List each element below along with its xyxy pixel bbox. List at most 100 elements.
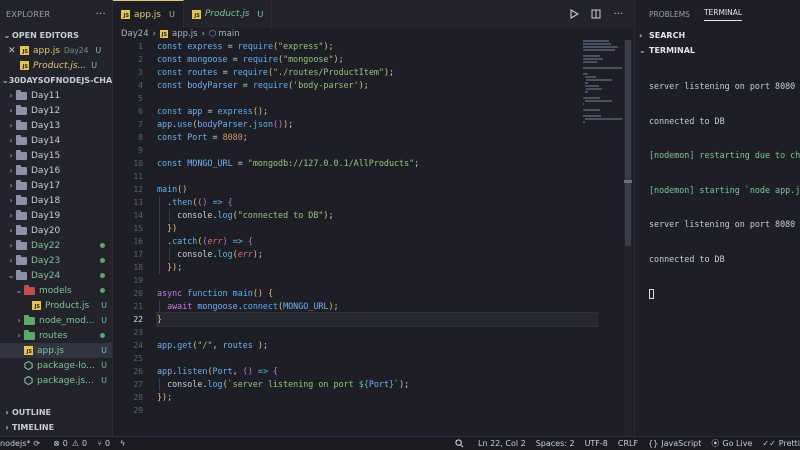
code-line[interactable]: app.listen(Port, () => { [157,365,597,378]
code-line[interactable] [157,352,597,365]
code-line[interactable] [157,144,597,157]
code-line[interactable] [157,404,597,417]
code-line[interactable]: const routes = require("./routes/Product… [157,66,597,79]
outline-section[interactable]: › OUTLINE [0,405,112,420]
terminal-line: server listening on port 8080 [649,219,796,229]
tree-item-day18[interactable]: › Day18 [0,193,112,208]
tree-item-day13[interactable]: › Day13 [0,118,112,133]
modified-dot [100,273,105,278]
code-line[interactable]: console.log(err); [157,248,597,261]
tree-item-day16[interactable]: › Day16 [0,163,112,178]
code-line[interactable]: }); [157,261,597,274]
minimap-line [583,46,619,48]
tree-item-day22[interactable]: › Day22 [0,238,112,253]
ports-indicator[interactable]: ⑂ 0 [97,439,110,448]
code-line[interactable]: main() [157,183,597,196]
tree-item-day15[interactable]: › Day15 [0,148,112,163]
breadcrumb-file[interactable]: app.js [172,29,198,39]
code-line[interactable]: const Port = 8080; [157,131,597,144]
tab-app-js[interactable]: JS app.js U [113,0,184,28]
tab-terminal[interactable]: TERMINAL [703,8,743,21]
code-line[interactable]: const MONGO_URL = "mongodb://127.0.0.1/A… [157,157,597,170]
open-editor-app-js[interactable]: ✕ JS app.js Day24 U [0,43,112,58]
tree-item-node-modules[interactable]: › node_mod... U [0,313,112,328]
cursor-position[interactable]: Ln 22, Col 2 [478,439,526,448]
code-line[interactable]: .catch((err) => { [157,235,597,248]
code-line[interactable] [157,326,597,339]
timeline-section[interactable]: › TIMELINE [0,420,112,435]
search-status-button[interactable] [455,439,464,448]
close-icon[interactable]: ✕ [8,46,20,56]
line-ending[interactable]: CRLF [618,439,638,448]
project-section[interactable]: ⌄ 30DAYSOFNODEJS-CHALLE... [0,73,112,88]
tree-item-day23[interactable]: › Day23 [0,253,112,268]
tree-item-day24[interactable]: ⌄ Day24 [0,268,112,283]
tab-product-js[interactable]: JS Product.js U [184,0,273,28]
tree-item-routes[interactable]: › routes [0,328,112,343]
tab-problems[interactable]: PROBLEMS [649,10,690,19]
chevron-right-icon: › [9,196,13,205]
line-number: 11 [133,172,143,181]
untracked-badge: U [101,376,107,385]
code-line[interactable]: await mongoose.connect(MONGO_URL); [157,300,597,313]
code-line[interactable]: console.log(`server listening on port ${… [157,378,597,391]
branch-indicator[interactable]: nodejs* ⟳ [0,439,43,448]
code-line[interactable]: } [156,312,598,327]
tree-item-day17[interactable]: › Day17 [0,178,112,193]
minimap[interactable] [583,40,623,123]
terminal-section[interactable]: ⌄ TERMINAL [635,43,800,58]
breadcrumb-folder[interactable]: Day24 [121,29,149,39]
code-line[interactable]: console.log("connected to DB"); [157,209,597,222]
code-line[interactable]: const app = express(); [157,105,597,118]
tree-item-app-js[interactable]: JS app.js U [0,343,112,358]
code-line[interactable]: .then(() => { [157,196,597,209]
line-number: 21 [133,302,143,311]
code-line[interactable]: const mongoose = require("mongoose"); [157,53,597,66]
prettier-status[interactable]: ✓✓ Pretti [762,439,800,448]
code-line[interactable]: const express = require("express"); [157,40,597,53]
go-live-button[interactable]: ⦿ Go Live [711,438,752,449]
vertical-scrollbar-thumb[interactable] [625,40,631,246]
language-mode[interactable]: {} JavaScript [648,439,701,448]
problems-indicator[interactable]: ⊗ 0 ⚠ 0 [53,439,87,448]
code-area[interactable]: const express = require("express"); const… [156,40,598,417]
tree-item-day12[interactable]: › Day12 [0,103,112,118]
tree-item-day11[interactable]: › Day11 [0,88,112,103]
tree-item-day14[interactable]: › Day14 [0,133,112,148]
line-number: 10 [133,159,143,168]
open-editors-section[interactable]: ⌄ OPEN EDITORS [0,28,112,43]
code-line[interactable]: app.get("/", routes ); [157,339,597,352]
more-actions-icon[interactable]: ··· [613,9,623,20]
line-number: 17 [133,250,143,259]
js-file-icon: JS [160,30,169,38]
minimap-line [584,76,596,78]
code-line[interactable]: }) [157,222,597,235]
minimap-line [583,73,588,75]
split-editor-icon[interactable] [591,9,601,19]
encoding[interactable]: UTF-8 [585,439,608,448]
tree-item-day19[interactable]: › Day19 [0,208,112,223]
breadcrumb-symbol[interactable]: main [218,29,239,39]
open-editor-product-js[interactable]: JS Product.js... U [0,58,112,73]
code-line[interactable]: const bodyParser = require('body-parser'… [157,79,597,92]
terminal-output[interactable]: server listening on port 8080 connected … [635,58,800,323]
tree-item-package-lock[interactable]: package-lo... U [0,358,112,373]
code-editor[interactable]: 1 2 3 4 5 6 7 8 9 10 11 12 13 14 15 16 17 18 19 20 21 22 23 24 2… [113,40,633,436]
more-actions-icon[interactable]: ··· [96,9,106,20]
terminal-cursor [649,288,654,299]
code-line[interactable] [157,170,597,183]
tree-item-package-json[interactable]: package.json U [0,373,112,388]
tree-item-product-js[interactable]: JS Product.js U [0,298,112,313]
search-section[interactable]: › SEARCH [635,28,800,43]
debug-indicator[interactable]: ϟ [120,439,128,448]
code-line[interactable]: }); [157,391,597,404]
code-line[interactable] [157,92,597,105]
code-line[interactable] [157,274,597,287]
indentation[interactable]: Spaces: 2 [536,439,575,448]
tree-item-models[interactable]: ⌄ models [0,283,112,298]
code-line[interactable]: async function main() { [157,287,597,300]
code-line[interactable]: app.use(bodyParser.json()); [157,118,597,131]
run-icon[interactable] [569,9,580,19]
editor-tab-bar: JS app.js U JS Product.js U ··· [113,0,633,28]
tree-item-day20[interactable]: › Day20 [0,223,112,238]
